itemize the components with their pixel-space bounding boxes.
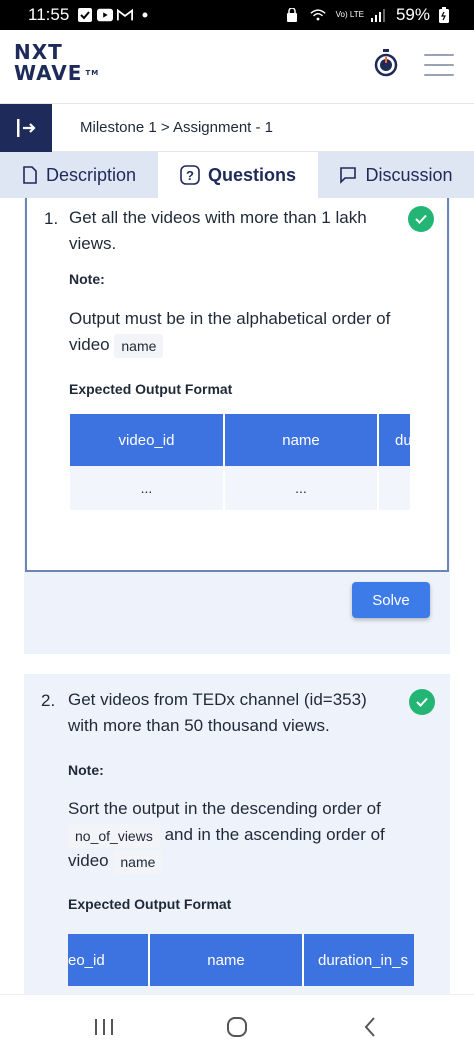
table-header-cell: name bbox=[225, 414, 379, 466]
recent-apps-icon[interactable] bbox=[92, 1015, 116, 1039]
table-header-row: eo_id name duration_in_s bbox=[68, 934, 414, 986]
tab-discussion-label: Discussion bbox=[365, 164, 453, 185]
table-header-cell: duration_in_s bbox=[304, 934, 414, 986]
breadcrumb-bar: Milestone 1 > Assignment - 1 bbox=[0, 104, 474, 152]
document-icon bbox=[23, 166, 37, 184]
tab-description-label: Description bbox=[45, 164, 137, 185]
code-no-of-views: no_of_views bbox=[68, 823, 160, 848]
question-title: Get all the videos with more than 1 lakh… bbox=[69, 208, 367, 253]
expected-output-label: Expected Output Format bbox=[68, 896, 232, 912]
completed-check-icon bbox=[408, 206, 434, 232]
hamburger-menu-icon[interactable] bbox=[424, 54, 454, 76]
note-text: Sort the output in the descending order … bbox=[68, 796, 418, 874]
table-cell: ... bbox=[225, 466, 379, 510]
logo-line2: WAVE bbox=[14, 61, 83, 85]
back-icon[interactable] bbox=[360, 1015, 380, 1039]
note-text-part1: Sort the output in the descending order … bbox=[68, 799, 381, 818]
system-nav-bar bbox=[0, 994, 474, 1056]
breadcrumb[interactable]: Milestone 1 > Assignment - 1 bbox=[80, 119, 273, 136]
solve-button[interactable]: Solve bbox=[352, 582, 430, 618]
tab-discussion[interactable]: Discussion bbox=[318, 152, 474, 198]
svg-text:?: ? bbox=[186, 168, 194, 183]
app-header: NXT WAVE TM bbox=[0, 30, 474, 104]
status-bar: 11:55 Vo) LTE 59% bbox=[0, 0, 474, 30]
table-header-cell: video_id bbox=[70, 414, 225, 466]
question-card-2: 2. Get videos from TEDx channel (id=353)… bbox=[24, 674, 450, 994]
table-row: ... ... bbox=[70, 466, 410, 510]
network-type: Vo) LTE bbox=[335, 10, 364, 19]
code-name: name bbox=[113, 849, 163, 874]
note-label: Note: bbox=[68, 762, 104, 778]
dot-icon bbox=[137, 7, 153, 23]
table-header-row: video_id name du bbox=[70, 414, 410, 466]
battery-percent: 59% bbox=[395, 5, 430, 24]
questions-panel: 1. Get all the videos with more than 1 l… bbox=[0, 198, 474, 994]
sidebar-toggle-button[interactable] bbox=[0, 104, 52, 152]
expand-sidebar-icon bbox=[17, 119, 36, 137]
expected-output-table[interactable]: video_id name du ... ... bbox=[70, 414, 410, 510]
youtube-icon bbox=[97, 7, 114, 23]
table-header-cell: eo_id bbox=[68, 934, 150, 986]
table-cell bbox=[379, 466, 410, 510]
gmail-icon bbox=[117, 7, 134, 23]
question-1-body: 1. Get all the videos with more than 1 l… bbox=[25, 198, 449, 572]
status-time: 11:55 bbox=[28, 5, 70, 24]
table-cell: ... bbox=[70, 466, 225, 510]
question-icon: ? bbox=[180, 165, 200, 185]
timer-icon[interactable] bbox=[372, 48, 400, 78]
tab-questions-label: Questions bbox=[207, 164, 296, 185]
check-box-icon bbox=[77, 7, 93, 23]
signal-icon bbox=[370, 7, 386, 23]
tab-questions[interactable]: ? Questions bbox=[158, 152, 318, 198]
table-header-cell: name bbox=[150, 934, 304, 986]
logo-line1: NXT bbox=[14, 40, 63, 64]
expected-output-table[interactable]: eo_id name duration_in_s bbox=[68, 934, 414, 986]
chat-icon bbox=[340, 167, 357, 184]
question-title: Get videos from TEDx channel (id=353) wi… bbox=[68, 690, 367, 735]
logo-tm: TM bbox=[85, 69, 100, 77]
question-number: 2. bbox=[41, 691, 56, 710]
battery-icon bbox=[436, 7, 452, 23]
note-text: Output must be in the alphabetical order… bbox=[69, 306, 414, 358]
question-number: 1. bbox=[44, 209, 59, 228]
nxtwave-logo[interactable]: NXT WAVE TM bbox=[14, 42, 99, 84]
lock-icon bbox=[284, 7, 300, 23]
tab-bar: Description ? Questions Discussion bbox=[0, 152, 474, 198]
note-label: Note: bbox=[69, 271, 105, 287]
expected-output-label: Expected Output Format bbox=[69, 381, 233, 397]
wifi-icon bbox=[310, 7, 326, 23]
tab-description[interactable]: Description bbox=[0, 152, 158, 198]
completed-check-icon bbox=[409, 689, 435, 715]
code-name: name bbox=[114, 333, 164, 358]
home-icon[interactable] bbox=[224, 1015, 250, 1039]
question-card-1: 1. Get all the videos with more than 1 l… bbox=[24, 198, 450, 654]
table-header-cell: du bbox=[379, 414, 410, 466]
